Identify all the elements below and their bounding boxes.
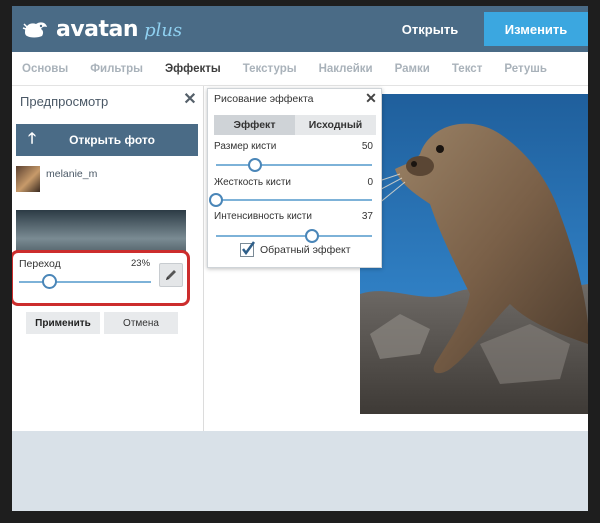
- logo-text: avatan: [56, 16, 139, 42]
- brush-intensity-label: Интенсивность кисти: [214, 211, 312, 222]
- open-photo-label: Открыть фото: [69, 133, 155, 147]
- editor-tabs: Основы Фильтры Эффекты Текстуры Наклейки…: [12, 52, 588, 86]
- transition-slider-track[interactable]: [19, 281, 151, 283]
- brush-intensity-slider-track[interactable]: [216, 235, 372, 237]
- invert-effect-checkbox[interactable]: [240, 241, 255, 257]
- change-button[interactable]: Изменить: [484, 12, 588, 46]
- seal-photo: [360, 94, 588, 414]
- tab-filters[interactable]: Фильтры: [90, 63, 143, 75]
- logo-suffix: plus: [144, 19, 183, 41]
- tab-retouch[interactable]: Ретушь: [504, 63, 547, 75]
- tab-basics[interactable]: Основы: [22, 63, 68, 75]
- open-photo-button[interactable]: 🡑 Открыть фото: [16, 124, 198, 156]
- cancel-button[interactable]: Отмена: [104, 312, 178, 334]
- tab-frames[interactable]: Рамки: [395, 63, 430, 75]
- avatar: [16, 166, 40, 192]
- brush-hardness-value: 0: [367, 177, 373, 188]
- transition-label: Переход: [19, 258, 61, 270]
- arrow-up-icon: 🡑: [28, 129, 36, 147]
- transition-control: Переход 23%: [12, 250, 190, 306]
- app-logo[interactable]: avatan plus: [22, 12, 182, 46]
- invert-effect-label: Обратный эффект: [260, 244, 351, 256]
- preview-panel-title: Предпросмотр: [20, 94, 109, 109]
- brush-effect-dialog: Рисование эффекта ✕ Эффект Исходный Разм…: [207, 88, 382, 268]
- top-bar: avatan plus Открыть Изменить: [12, 6, 588, 52]
- brush-hardness-label: Жесткость кисти: [214, 177, 291, 188]
- tab-effects[interactable]: Эффекты: [165, 63, 221, 75]
- brush-size-value: 50: [361, 141, 373, 152]
- open-button[interactable]: Открыть: [380, 14, 480, 44]
- preview-panel: Предпросмотр ✕ 🡑 Открыть фото melanie_m …: [12, 86, 204, 431]
- apply-button[interactable]: Применить: [26, 312, 100, 334]
- brush-size-label: Размер кисти: [214, 141, 277, 152]
- photo-canvas[interactable]: [360, 94, 588, 414]
- brush-icon[interactable]: [159, 263, 183, 287]
- user-row[interactable]: melanie_m: [16, 166, 97, 194]
- bottom-area: [12, 431, 588, 511]
- brush-hardness-slider-track[interactable]: [216, 199, 372, 201]
- checkmark-icon: [242, 241, 255, 255]
- close-icon[interactable]: ✕: [182, 92, 198, 108]
- tab-textures[interactable]: Текстуры: [243, 63, 297, 75]
- segment-effect[interactable]: Эффект: [214, 115, 295, 135]
- brush-size-slider-handle[interactable]: [248, 158, 262, 172]
- segment-original[interactable]: Исходный: [295, 115, 376, 135]
- brush-intensity-value: 37: [361, 211, 373, 222]
- screenshot-frame: avatan plus Открыть Изменить Основы Филь…: [0, 0, 600, 523]
- app-window: avatan plus Открыть Изменить Основы Филь…: [12, 6, 588, 511]
- transition-value: 23%: [131, 258, 151, 269]
- brush-hardness-slider-handle[interactable]: [209, 193, 223, 207]
- effect-source-toggle: Эффект Исходный: [214, 115, 376, 135]
- brush-size-slider-track[interactable]: [216, 164, 372, 166]
- tab-text[interactable]: Текст: [452, 63, 482, 75]
- invert-effect-option[interactable]: Обратный эффект: [240, 241, 351, 257]
- user-name: melanie_m: [46, 168, 98, 180]
- transition-slider-handle[interactable]: [41, 274, 57, 289]
- dialog-title: Рисование эффекта: [214, 93, 314, 105]
- close-icon[interactable]: ✕: [364, 91, 378, 105]
- tab-stickers[interactable]: Наклейки: [319, 63, 373, 75]
- brush-intensity-slider-handle[interactable]: [305, 229, 320, 243]
- seal-logo-icon: [22, 22, 47, 38]
